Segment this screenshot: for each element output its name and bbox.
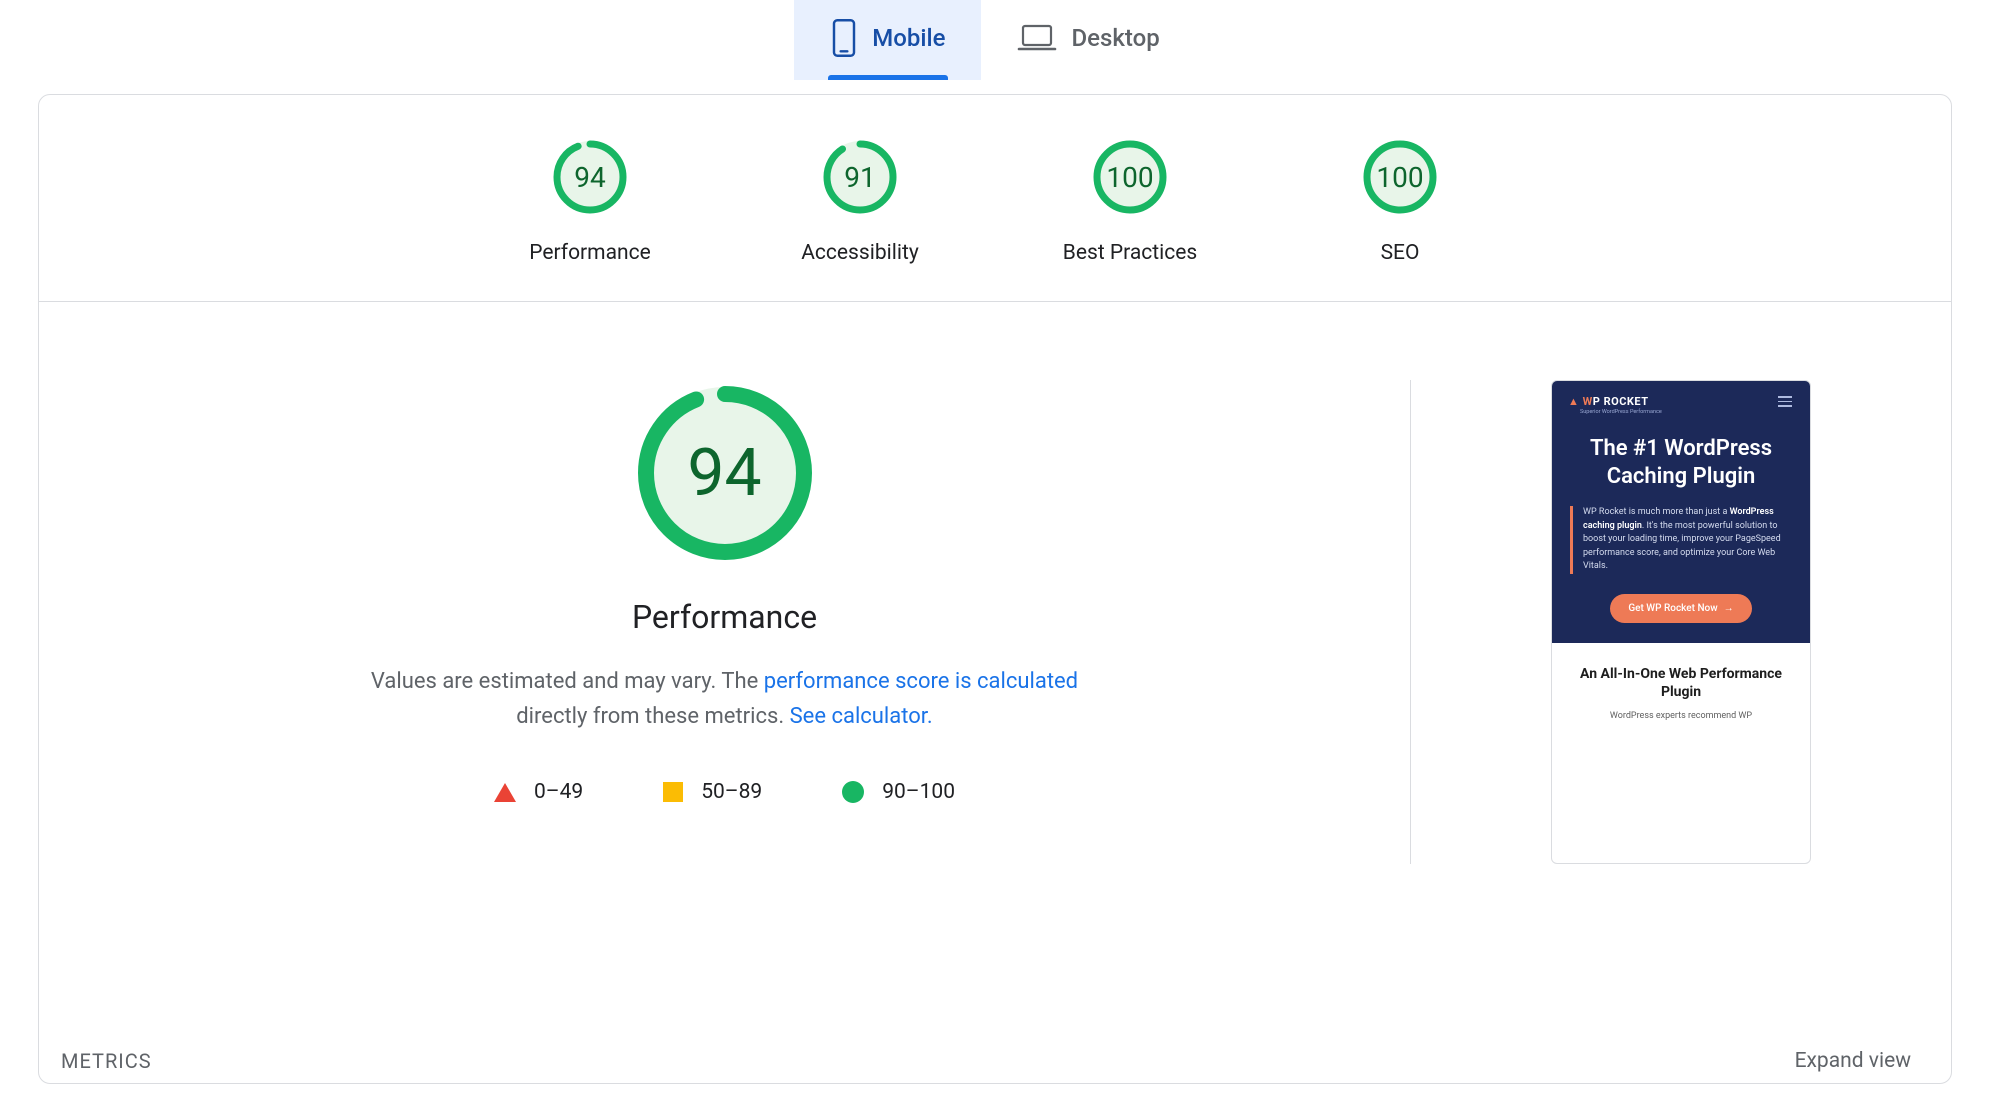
score-legend: 0–49 50–89 90–100 xyxy=(494,780,955,804)
gauge-best-practices[interactable]: 100 Best Practices xyxy=(1055,137,1205,265)
thumb-sub-heading: An All-In-One Web Performance Plugin xyxy=(1562,665,1800,703)
circle-icon xyxy=(842,781,864,803)
performance-value: 94 xyxy=(632,380,818,566)
gauges-row: 94 Performance 91 Accessibility 100 xyxy=(39,95,1951,302)
gauge: 100 xyxy=(1360,137,1440,217)
gauge-seo[interactable]: 100 SEO xyxy=(1325,137,1475,265)
legend-high: 90–100 xyxy=(842,780,955,804)
metrics-title: METRICS xyxy=(61,1049,152,1073)
see-calculator-link[interactable]: See calculator. xyxy=(790,704,933,729)
thumb-hero: ▲ WP ROCKET Superior WordPress Performan… xyxy=(1552,381,1810,643)
page-thumbnail: ▲ WP ROCKET Superior WordPress Performan… xyxy=(1551,380,1811,864)
laptop-icon xyxy=(1017,22,1057,54)
gauge-accessibility[interactable]: 91 Accessibility xyxy=(785,137,935,265)
gauge-label: Best Practices xyxy=(1063,241,1197,265)
main-area: 94 Performance Values are estimated and … xyxy=(39,302,1951,864)
thumb-sub-text: WordPress experts recommend WP xyxy=(1562,711,1800,721)
performance-gauge-large: 94 xyxy=(632,380,818,566)
gauge-value: 100 xyxy=(1090,137,1170,217)
gauge: 100 xyxy=(1090,137,1170,217)
tab-desktop-label: Desktop xyxy=(1071,24,1159,52)
gauge-label: Accessibility xyxy=(801,241,919,265)
tab-desktop[interactable]: Desktop xyxy=(981,0,1195,80)
tab-mobile-label: Mobile xyxy=(872,24,945,52)
page-preview: ▲ WP ROCKET Superior WordPress Performan… xyxy=(1411,380,1951,864)
results-panel: 94 Performance 91 Accessibility 100 xyxy=(38,94,1952,1084)
gauge-value: 100 xyxy=(1360,137,1440,217)
smartphone-icon xyxy=(830,18,858,58)
gauge-value: 91 xyxy=(820,137,900,217)
thumb-brand: ▲ WP ROCKET xyxy=(1568,395,1794,408)
triangle-icon xyxy=(494,783,516,802)
legend-low: 0–49 xyxy=(494,780,583,804)
expand-view-button[interactable]: Expand view xyxy=(1795,1049,1911,1073)
performance-block: 94 Performance Values are estimated and … xyxy=(39,380,1411,864)
gauge: 91 xyxy=(820,137,900,217)
thumb-body: WP Rocket is much more than just a WordP… xyxy=(1570,506,1792,574)
gauge: 94 xyxy=(550,137,630,217)
tabs: Mobile Desktop xyxy=(0,0,1990,80)
gauge-performance[interactable]: 94 Performance xyxy=(515,137,665,265)
thumb-heading: The #1 WordPress Caching Plugin xyxy=(1568,435,1794,490)
square-icon xyxy=(663,782,683,802)
tab-mobile[interactable]: Mobile xyxy=(794,0,981,80)
performance-description: Values are estimated and may vary. The p… xyxy=(335,664,1115,734)
gauge-label: Performance xyxy=(529,241,650,265)
thumb-cta-button: Get WP Rocket Now→ xyxy=(1610,594,1751,623)
metrics-header: METRICS Expand view xyxy=(39,1039,1951,1083)
thumb-lower: An All-In-One Web Performance Plugin Wor… xyxy=(1552,643,1810,732)
score-calculation-link[interactable]: performance score is calculated xyxy=(764,669,1078,694)
hamburger-icon xyxy=(1778,396,1792,407)
legend-mid: 50–89 xyxy=(663,780,762,804)
performance-title: Performance xyxy=(632,598,817,636)
gauge-value: 94 xyxy=(550,137,630,217)
gauge-label: SEO xyxy=(1381,241,1420,265)
